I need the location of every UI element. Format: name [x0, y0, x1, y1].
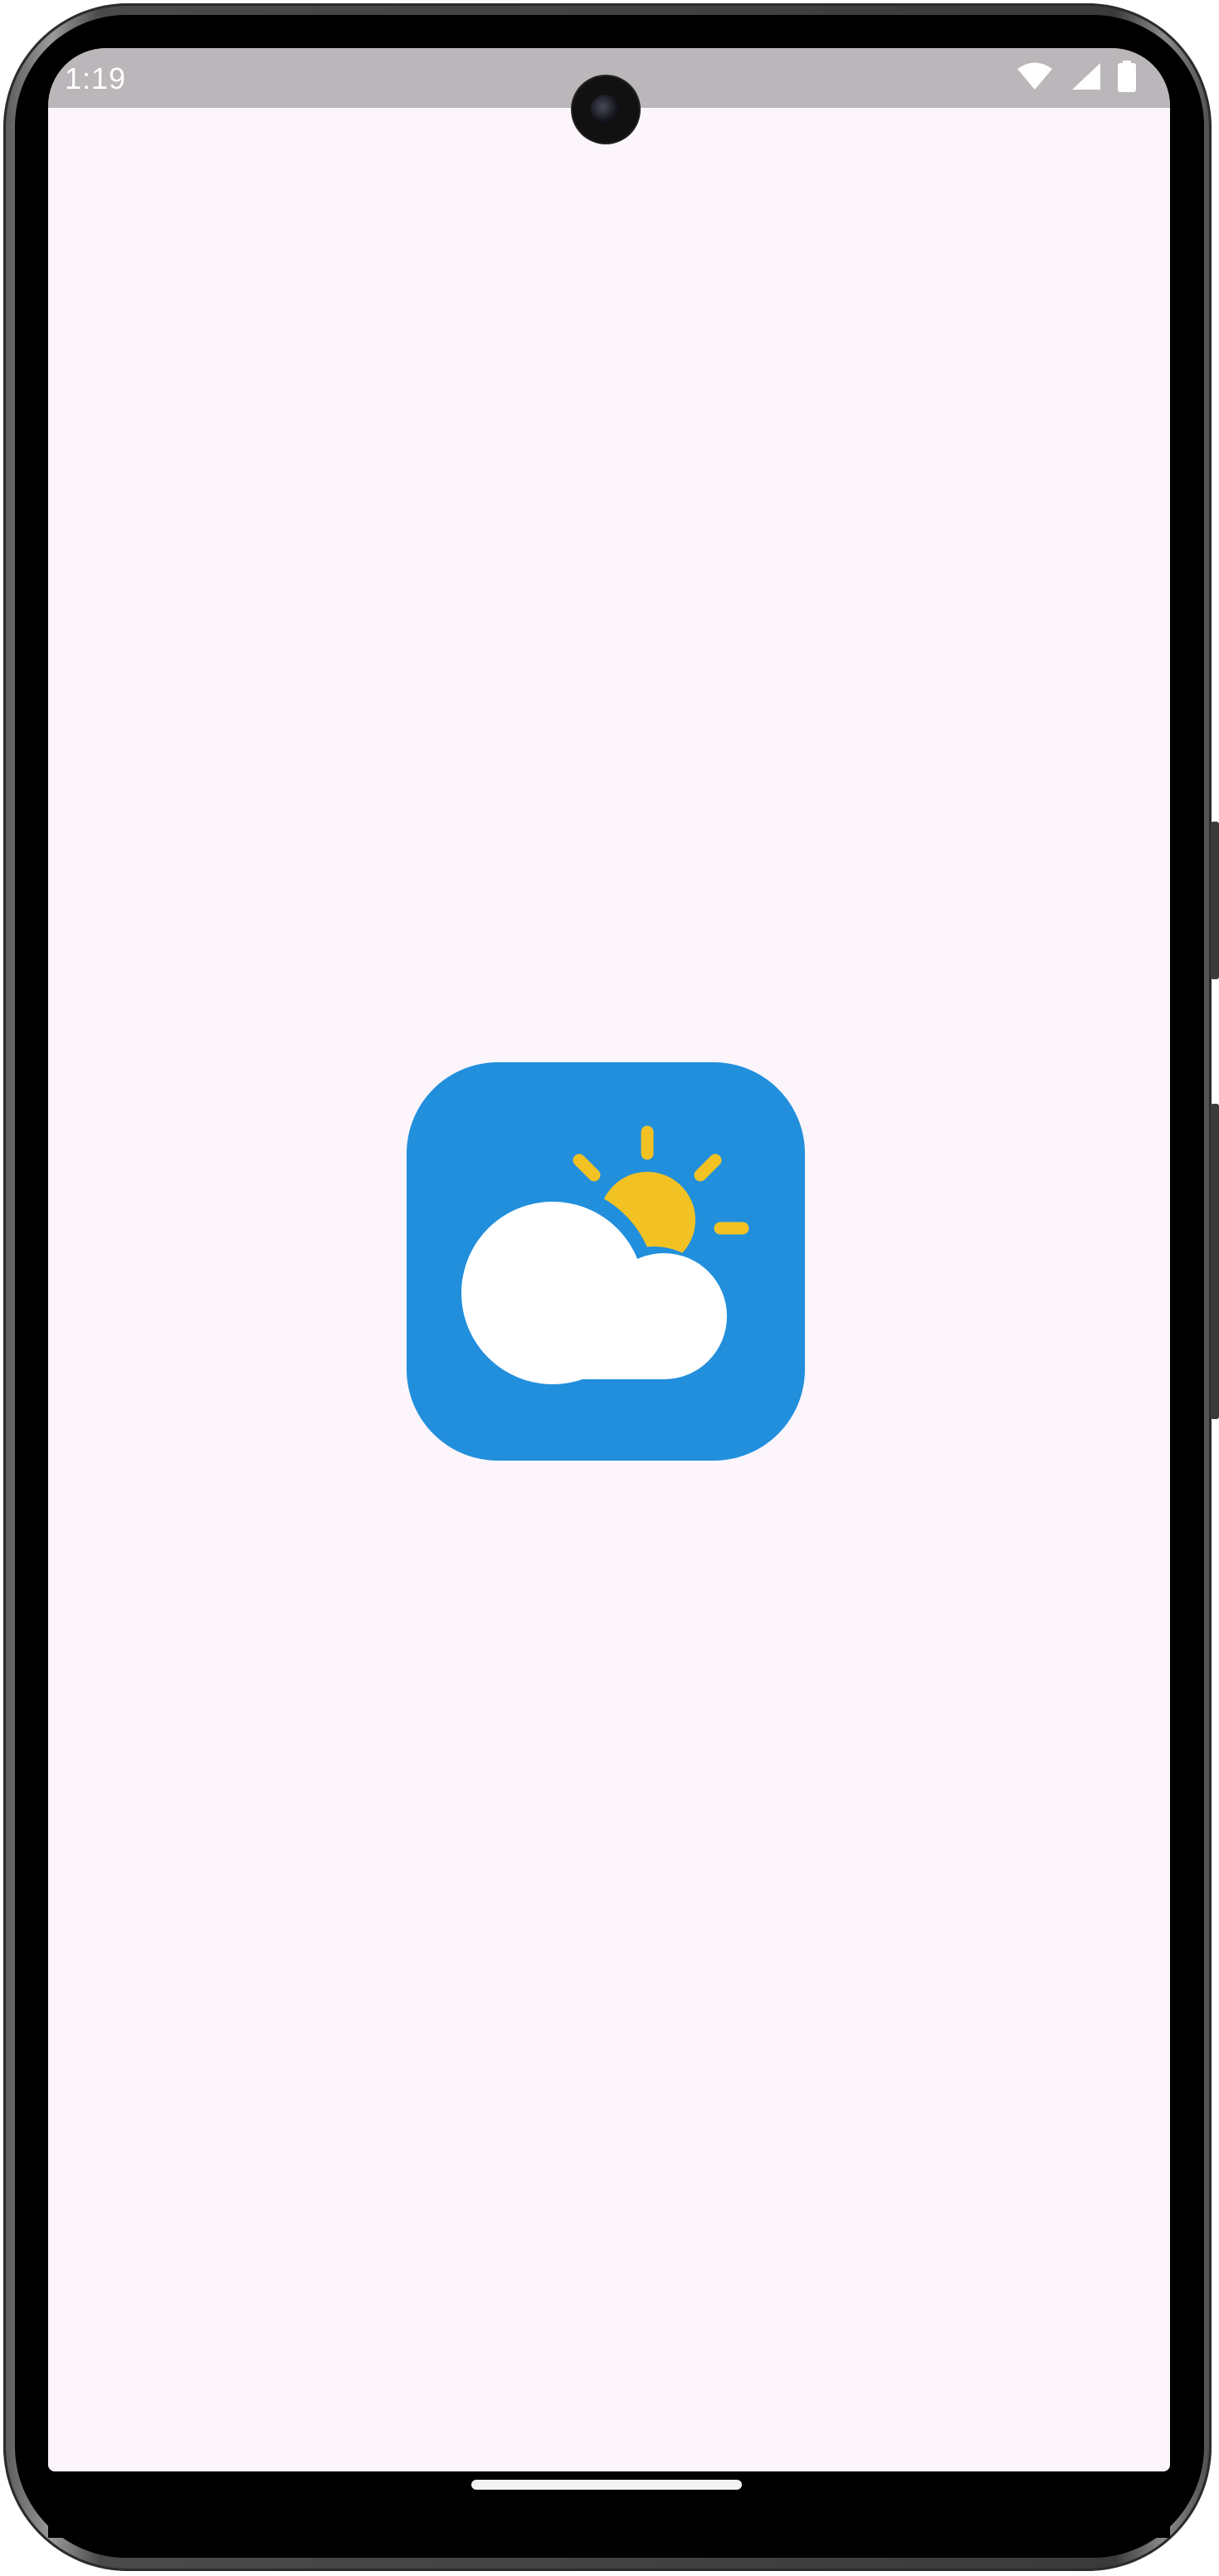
camera-lens — [591, 95, 621, 124]
device-frame: 1:19 — [0, 0, 1219, 2576]
status-icons — [1016, 60, 1137, 96]
cellular-signal-icon — [1069, 61, 1102, 95]
screen: 1:19 — [48, 48, 1170, 2471]
status-time: 1:19 — [65, 61, 127, 95]
power-button — [1211, 1104, 1219, 1419]
battery-icon — [1117, 60, 1137, 96]
volume-button — [1211, 822, 1219, 979]
weather-partly-cloudy-icon[interactable] — [407, 1062, 805, 1461]
wifi-icon — [1016, 61, 1054, 95]
gesture-navigation-handle[interactable] — [471, 2480, 742, 2490]
front-camera — [573, 76, 639, 143]
